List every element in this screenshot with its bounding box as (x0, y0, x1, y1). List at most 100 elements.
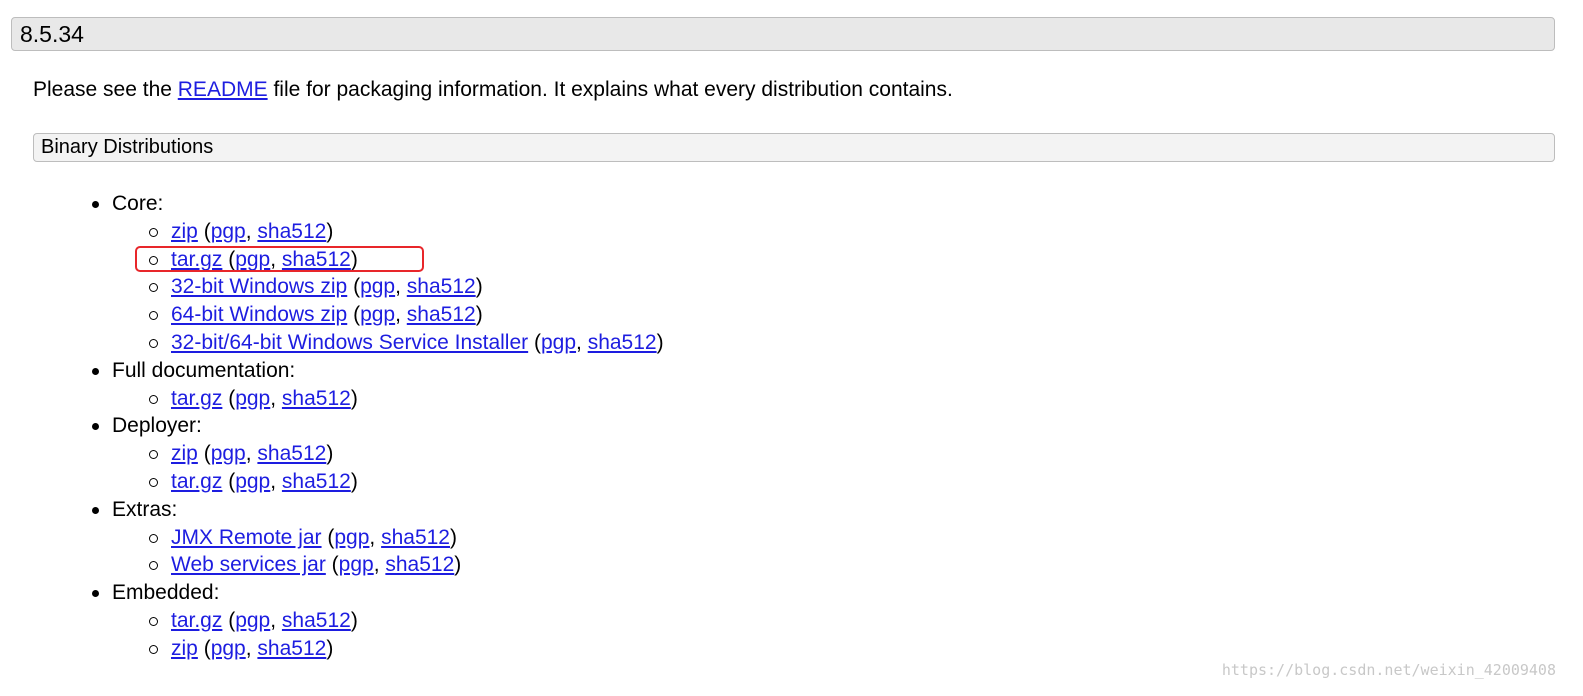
bullet-icon (92, 423, 99, 431)
download-item: zip (pgp, sha512) (112, 218, 664, 246)
group-label: Deployer: (112, 414, 202, 438)
pgp-link[interactable]: pgp (334, 526, 369, 549)
sha512-link[interactable]: sha512 (407, 303, 476, 326)
download-link[interactable]: zip (171, 220, 198, 243)
circle-bullet-icon (149, 616, 158, 626)
paren-open: ( (222, 608, 236, 632)
paren-close: ) (350, 469, 358, 493)
paren-close: ) (326, 442, 334, 466)
paren-close: ) (350, 386, 358, 410)
pgp-link[interactable]: pgp (211, 442, 246, 465)
download-item: 64-bit Windows zip (pgp, sha512) (112, 301, 664, 329)
sha512-link[interactable]: sha512 (257, 220, 326, 243)
circle-bullet-icon (149, 644, 158, 654)
paren-close: ) (475, 275, 483, 299)
group-label: Core: (112, 192, 164, 215)
paren-close: ) (350, 247, 358, 271)
sha512-link[interactable]: sha512 (282, 248, 351, 271)
download-link[interactable]: tar.gz (171, 609, 222, 632)
paren-close: ) (326, 636, 334, 660)
intro-text: Please see the README file for packaging… (33, 76, 953, 104)
download-item: Web services jar (pgp, sha512) (112, 551, 664, 579)
paren-close: ) (656, 330, 664, 354)
distribution-list: Core: zip (pgp, sha512) tar.gz (pgp, sha51… (92, 190, 664, 663)
paren-open: ( (197, 219, 211, 243)
pgp-link[interactable]: pgp (235, 387, 270, 410)
download-item: tar.gz (pgp, sha512) (112, 468, 664, 496)
paren-open: ( (197, 636, 211, 660)
circle-bullet-icon (149, 338, 158, 348)
download-link[interactable]: tar.gz (171, 248, 222, 271)
group-item: Embedded: tar.gz (pgp, sha512) zip (pgp, s… (92, 579, 664, 662)
sha512-link[interactable]: sha512 (381, 526, 450, 549)
paren-open: ( (347, 275, 361, 299)
pgp-link[interactable]: pgp (211, 220, 246, 243)
circle-bullet-icon (149, 533, 158, 543)
paren-open: ( (197, 442, 211, 466)
download-link[interactable]: 32-bit Windows zip (171, 275, 347, 298)
download-list: tar.gz (pgp, sha512) zip (pgp, sha512) (112, 607, 664, 663)
circle-bullet-icon (149, 283, 158, 293)
pgp-link[interactable]: pgp (235, 470, 270, 493)
download-link[interactable]: zip (171, 442, 198, 465)
group-list: Core: zip (pgp, sha512) tar.gz (pgp, sha51… (92, 190, 664, 663)
sha512-link[interactable]: sha512 (407, 275, 476, 298)
binary-distributions-header: Binary Distributions (33, 133, 1555, 162)
paren-close: ) (454, 553, 462, 577)
sha512-link[interactable]: sha512 (257, 637, 326, 660)
paren-close: ) (475, 303, 483, 327)
download-list: zip (pgp, sha512) tar.gz (pgp, sha512) 32-… (112, 218, 664, 357)
pgp-link[interactable]: pgp (339, 553, 374, 576)
comma-separator: , (395, 275, 407, 299)
circle-bullet-icon (149, 311, 158, 321)
pgp-link[interactable]: pgp (235, 609, 270, 632)
paren-open: ( (222, 469, 236, 493)
download-link[interactable]: 64-bit Windows zip (171, 303, 347, 326)
paren-open: ( (325, 553, 339, 577)
paren-open: ( (222, 386, 236, 410)
download-link[interactable]: Web services jar (171, 553, 326, 576)
intro-before: Please see the (33, 78, 178, 101)
paren-open: ( (347, 303, 361, 327)
download-item: JMX Remote jar (pgp, sha512) (112, 524, 664, 552)
download-link[interactable]: tar.gz (171, 470, 222, 493)
paren-close: ) (326, 219, 334, 243)
group-item: Deployer: zip (pgp, sha512) tar.gz (pgp, s… (92, 412, 664, 495)
pgp-link[interactable]: pgp (360, 303, 395, 326)
download-item: tar.gz (pgp, sha512) (112, 607, 664, 635)
pgp-link[interactable]: pgp (235, 248, 270, 271)
download-link[interactable]: 32-bit/64-bit Windows Service Installer (171, 331, 528, 354)
pgp-link[interactable]: pgp (360, 275, 395, 298)
download-link[interactable]: zip (171, 637, 198, 660)
paren-open: ( (321, 525, 335, 549)
sha512-link[interactable]: sha512 (282, 609, 351, 632)
readme-link[interactable]: README (178, 78, 268, 101)
download-link[interactable]: JMX Remote jar (171, 526, 322, 549)
comma-separator: , (270, 608, 282, 632)
sha512-link[interactable]: sha512 (257, 442, 326, 465)
circle-bullet-icon (149, 394, 158, 404)
comma-separator: , (395, 303, 407, 327)
intro-after: file for packaging information. It expla… (267, 78, 953, 101)
group-item: Full documentation: tar.gz (pgp, sha512) (92, 357, 664, 413)
comma-separator: , (245, 636, 258, 660)
sha512-link[interactable]: sha512 (385, 553, 454, 576)
download-link[interactable]: tar.gz (171, 387, 222, 410)
comma-separator: , (270, 386, 282, 410)
group-label: Embedded: (112, 581, 220, 605)
bullet-icon (92, 590, 99, 598)
sha512-link[interactable]: sha512 (282, 470, 351, 493)
download-list: tar.gz (pgp, sha512) (112, 385, 664, 413)
paren-open: ( (222, 247, 236, 271)
pgp-link[interactable]: pgp (211, 637, 246, 660)
group-item: Core: zip (pgp, sha512) tar.gz (pgp, sha51… (92, 190, 664, 357)
comma-separator: , (245, 442, 258, 466)
download-item: tar.gz (pgp, sha512) (112, 385, 664, 413)
pgp-link[interactable]: pgp (541, 331, 576, 354)
paren-close: ) (450, 525, 457, 549)
watermark: https://blog.csdn.net/weixin_42009408 (1221, 661, 1556, 679)
sha512-link[interactable]: sha512 (282, 387, 351, 410)
download-item: zip (pgp, sha512) (112, 635, 664, 663)
comma-separator: , (369, 525, 382, 549)
sha512-link[interactable]: sha512 (588, 331, 657, 354)
